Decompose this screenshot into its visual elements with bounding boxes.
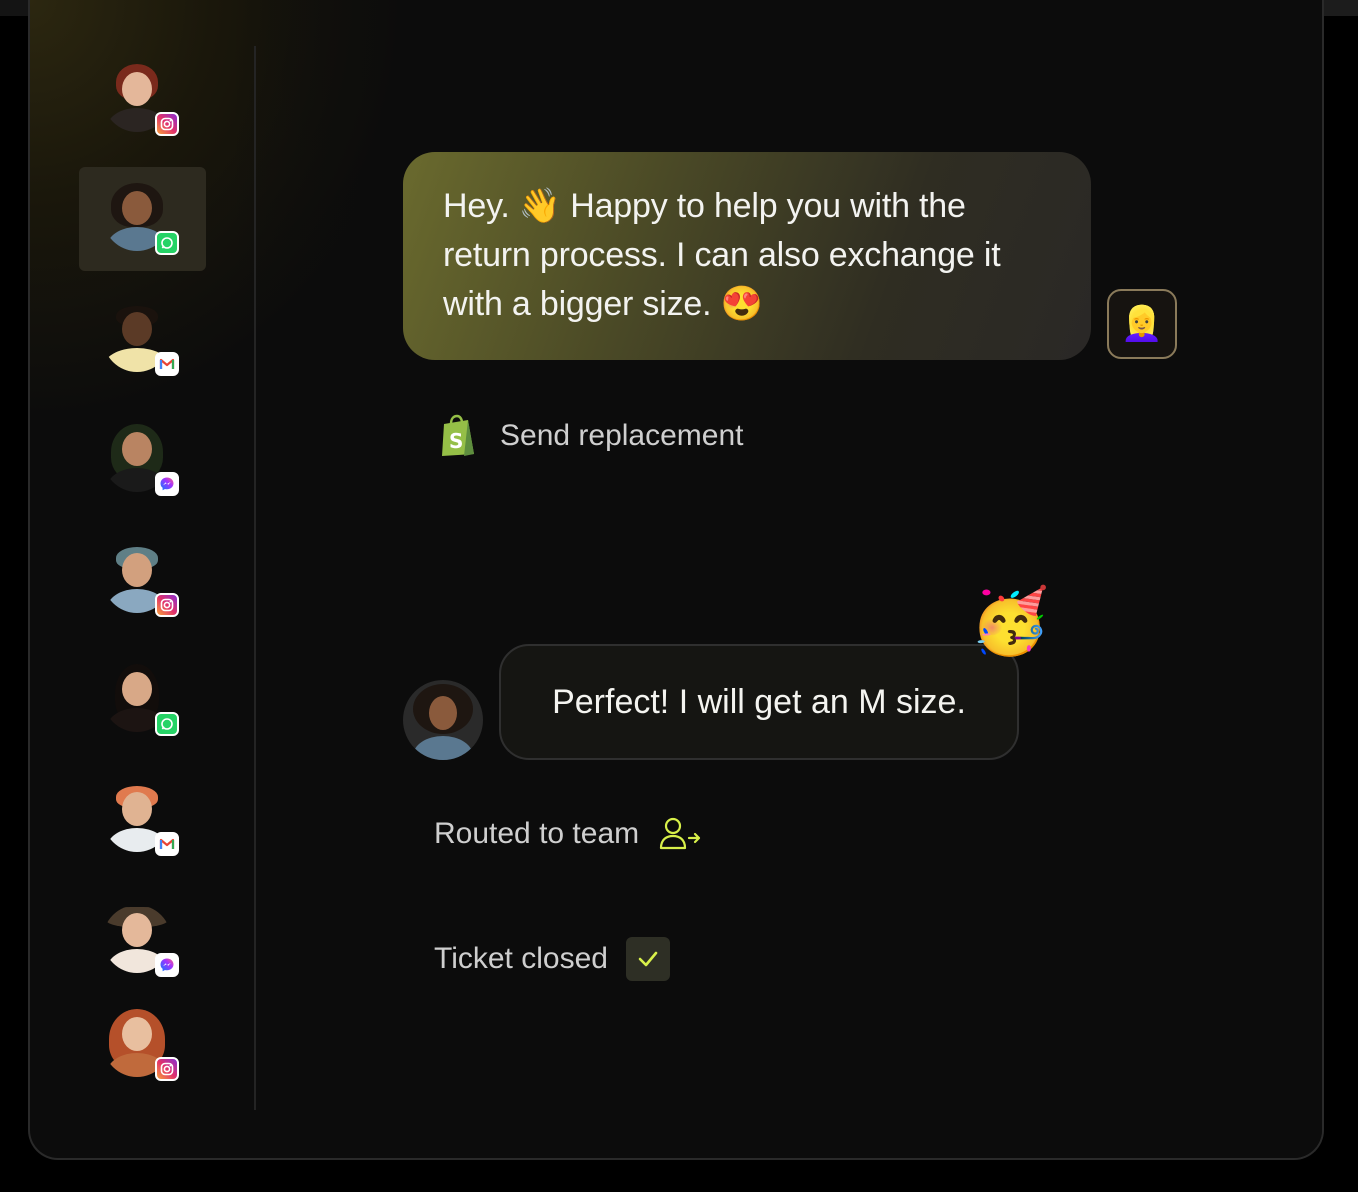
conversation-item[interactable] [79,993,206,1097]
instagram-icon [155,593,179,617]
customer-message-text: Perfect! I will get an M size. [552,682,966,721]
gmail-icon [155,832,179,856]
conversation-item[interactable] [79,648,206,752]
agent-message-bubble: Hey. 👋 Happy to help you with the return… [403,152,1091,360]
agent-message-line: return process. I can also exchange it [443,236,1001,274]
instagram-icon [155,112,179,136]
agent-avatar: 👱‍♀️ [1107,289,1177,359]
agent-message-line: Hey. 👋 Happy to help you with the [443,187,966,225]
whatsapp-icon [155,712,179,736]
agent-avatar-emoji: 👱‍♀️ [1120,304,1164,344]
customer-avatar [403,680,483,760]
conversation-item[interactable] [79,288,206,392]
conversation-item[interactable] [79,408,206,512]
instagram-icon [155,1057,179,1081]
conversation-item-active[interactable] [79,167,206,271]
whatsapp-icon [155,231,179,255]
customer-message-bubble: Perfect! I will get an M size. [499,644,1019,760]
svg-text:S: S [449,429,463,453]
conversation-item[interactable] [79,889,206,993]
messenger-icon [155,953,179,977]
check-icon [625,937,670,981]
conversation-item[interactable] [79,768,206,872]
sidebar-divider [254,46,256,1110]
agent-message-line: with a bigger size. 😍 [443,285,763,323]
shopify-icon: S [438,414,478,458]
send-replacement-label: Send replacement [500,419,744,452]
gmail-icon [155,352,179,376]
ticket-closed-status: Ticket closed [434,937,670,981]
conversation-item[interactable] [79,529,206,633]
ticket-closed-label: Ticket closed [434,942,608,975]
party-face-icon: 🥳 [970,585,1050,659]
routed-label: Routed to team [434,817,640,850]
conversation-item[interactable] [79,48,206,152]
send-replacement-action[interactable]: S Send replacement [438,414,744,458]
messenger-icon [155,472,179,496]
user-route-icon [657,814,705,854]
routed-to-team-status: Routed to team [434,814,705,854]
inbox-panel: Hey. 👋 Happy to help you with the return… [28,0,1324,1160]
